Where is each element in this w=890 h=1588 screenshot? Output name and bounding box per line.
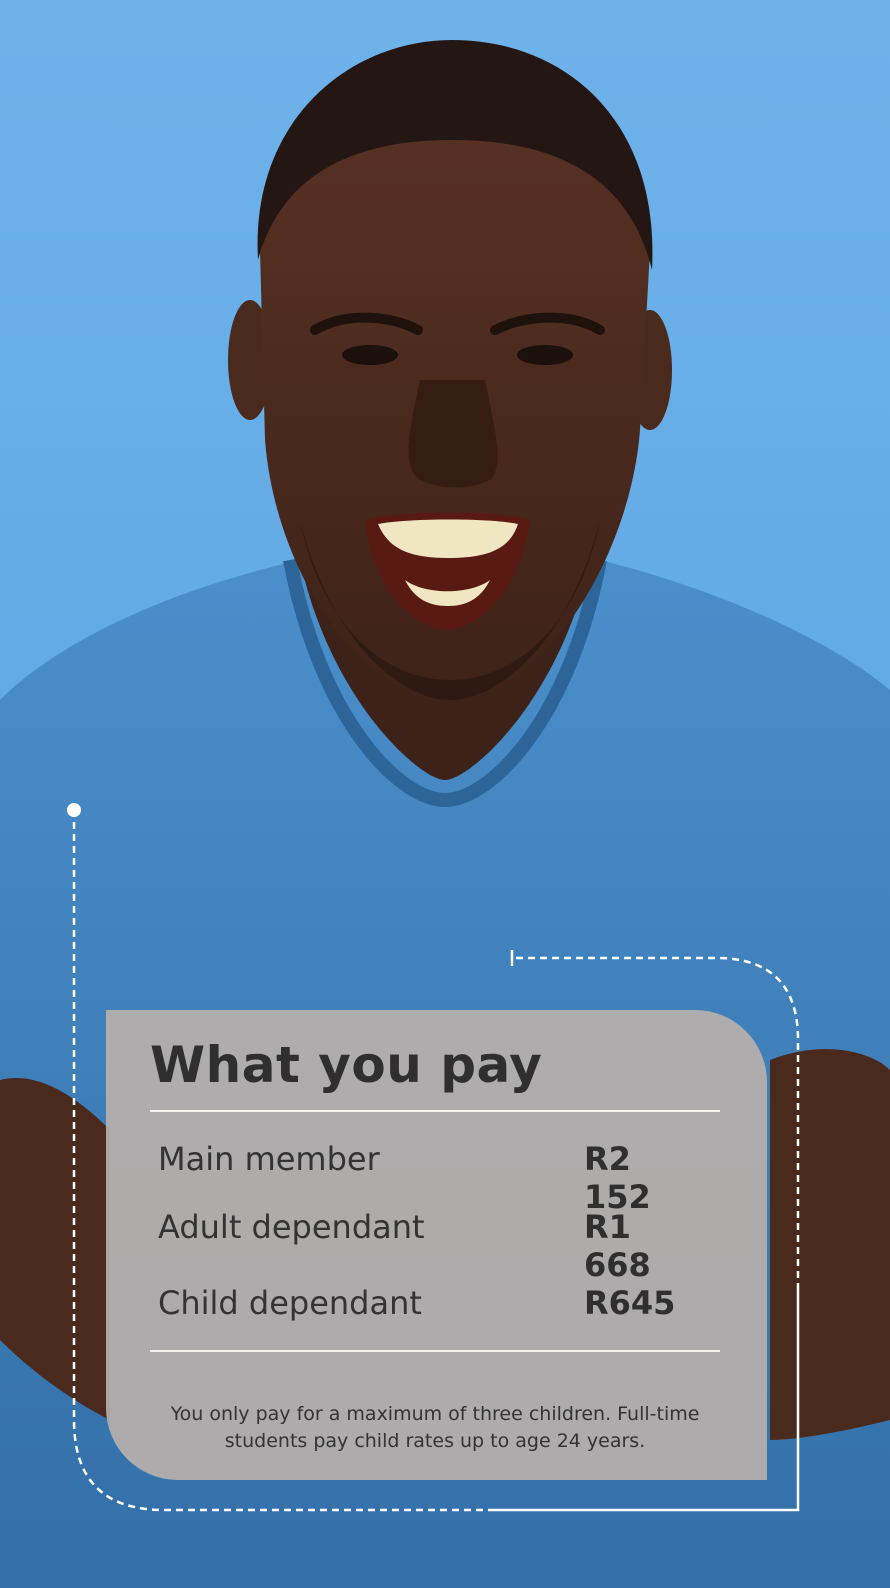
price-row-adult-dependant: Adult dependant R1 668	[158, 1208, 698, 1284]
price-row-child-dependant: Child dependant R645	[158, 1284, 698, 1328]
divider-top	[150, 1110, 720, 1112]
pricing-card: What you pay Main member R2 152 Adult de…	[106, 1010, 767, 1480]
divider-bottom	[150, 1350, 720, 1352]
price-row-label: Child dependant	[158, 1284, 422, 1322]
price-row-main-member: Main member R2 152	[158, 1140, 698, 1216]
price-row-label: Main member	[158, 1140, 380, 1178]
price-row-label: Adult dependant	[158, 1208, 425, 1246]
price-row-amount: R1 668	[584, 1208, 651, 1284]
price-row-amount: R2 152	[584, 1140, 651, 1216]
price-row-amount: R645	[584, 1284, 676, 1322]
card-title: What you pay	[150, 1036, 543, 1094]
page: What you pay Main member R2 152 Adult de…	[0, 0, 890, 1588]
footnote: You only pay for a maximum of three chil…	[170, 1403, 700, 1452]
